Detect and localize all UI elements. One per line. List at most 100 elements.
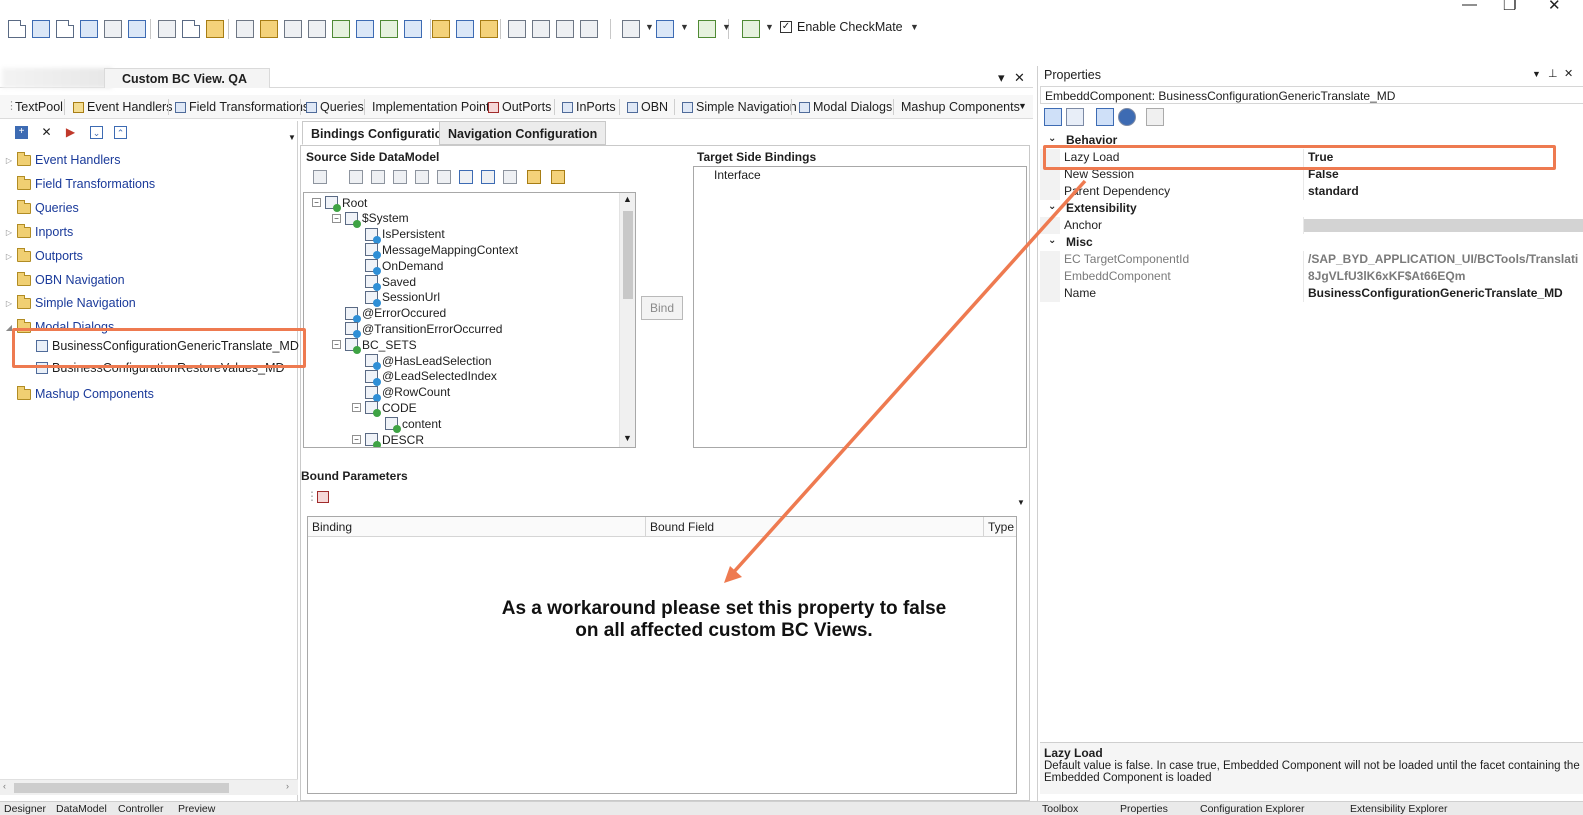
tree-item[interactable]: ▷ Event Handlers [0,151,120,169]
sort-icon[interactable] [503,170,517,184]
help-icon[interactable] [656,20,674,38]
copy-icon[interactable] [80,20,98,38]
tab-obn[interactable]: OBN [627,98,668,116]
tools-icon[interactable] [308,20,326,38]
move-icon[interactable] [371,170,385,184]
column-type[interactable]: Type [984,517,1016,537]
source-datamodel-tree[interactable]: − Root − $System IsPersistent MessageMappingC… [303,192,636,448]
datamodel-node[interactable]: − Root [312,195,367,212]
edit-icon[interactable] [104,20,122,38]
minimize-icon[interactable]: — [1462,0,1477,13]
add-icon[interactable]: + [15,126,28,139]
preview-icon[interactable] [622,20,640,38]
tab-navigation-configuration[interactable]: Navigation Configuration [439,121,607,145]
category-collapse-icon[interactable]: ⌄ [1048,235,1056,246]
property-row[interactable]: Name BusinessConfigurationGenericTranslat… [1040,285,1583,302]
refresh-icon[interactable] [456,20,474,38]
run-icon[interactable] [742,20,760,38]
close-window-icon[interactable]: ✕ [1548,0,1561,14]
horizontal-scrollbar[interactable]: ‹ › [0,779,298,795]
tab-datamodel[interactable]: DataModel [56,803,107,815]
property-category[interactable]: ⌄ Misc [1040,234,1583,251]
bind-button[interactable]: Bind [641,296,683,320]
datamodel-node[interactable]: − CODE [352,400,417,418]
copy-icon[interactable] [182,20,200,38]
delete-binding-icon[interactable] [317,491,329,503]
xml-icon[interactable] [698,20,716,38]
tab-overflow-icon[interactable]: ▼ [1018,101,1027,111]
datamodel-node[interactable]: MessageMappingContext [352,242,518,260]
category-collapse-icon[interactable]: ⌄ [1048,133,1056,144]
property-object-selector[interactable]: EmbeddComponent: BusinessConfigurationGe… [1040,86,1583,104]
collapse-all-icon[interactable]: ⌃ [114,126,127,139]
dropdown-arrow-icon[interactable]: ▼ [645,22,654,32]
column-bound-field[interactable]: Bound Field [646,517,984,537]
tab-field-transformations[interactable]: Field Transformations [175,98,309,116]
save-all-icon[interactable] [56,20,74,38]
tab-queries[interactable]: Queries [306,98,364,116]
vertical-scrollbar[interactable]: ▲ ▼ [619,193,635,447]
enable-checkmate-toggle[interactable]: ✓ Enable CheckMate [780,20,903,34]
delete-icon[interactable]: ✕ [40,126,53,139]
scroll-down-icon[interactable]: ▼ [623,433,632,443]
tab-configuration-explorer[interactable]: Configuration Explorer [1200,803,1304,815]
tree-item[interactable]: Mashup Components [0,385,154,403]
tree-icon[interactable] [508,20,526,38]
tab-implementation-points[interactable]: Implementation Points [372,98,496,116]
find-replace-icon[interactable] [260,20,278,38]
save-icon[interactable] [32,20,50,38]
toolbar-overflow-icon[interactable]: ▼ [910,22,919,32]
datamodel-node[interactable]: content [372,416,441,434]
close-panel-icon[interactable]: ✕ [1564,67,1573,80]
property-category[interactable]: ⌄ Extensibility [1040,200,1583,217]
brush-icon[interactable] [480,20,498,38]
datamodel-node[interactable]: − $System [332,211,409,228]
tab-preview[interactable]: Preview [178,803,215,815]
dropdown-arrow-icon[interactable]: ▼ [680,22,689,32]
query-icon[interactable] [527,170,541,184]
tab-extensibility-explorer[interactable]: Extensibility Explorer [1350,803,1447,815]
new-item-icon[interactable] [551,170,565,184]
tab-textpool[interactable]: TextPool [15,98,63,116]
datamodel-node[interactable]: OnDemand [352,258,443,276]
cut-icon[interactable] [158,20,176,38]
property-value[interactable] [1304,219,1583,232]
panel-menu-icon[interactable]: ▼ [288,133,296,142]
delete-node-icon[interactable] [349,170,363,184]
collapse-toggle-icon[interactable]: − [352,435,361,444]
categorized-icon[interactable] [1044,108,1062,126]
datamodel-node[interactable]: − DESCR [352,432,424,447]
remove-node-icon[interactable] [556,20,574,38]
tree-item[interactable]: ▷ Outports [0,247,83,265]
tab-designer[interactable]: Designer [4,803,46,815]
category-collapse-icon[interactable]: ⌄ [1048,201,1056,212]
datamodel-node[interactable]: SessionUrl [352,290,440,307]
datamodel-node[interactable]: @HasLeadSelection [352,353,492,370]
hierarchy-icon[interactable] [532,20,550,38]
restore-icon[interactable]: ❐ [1503,0,1516,14]
close-document-icon[interactable]: ✕ [1014,70,1025,86]
new-icon[interactable] [8,20,26,38]
tab-mashup-components[interactable]: Mashup Components [901,98,1020,116]
tab-modal-dialogs[interactable]: Modal Dialogs [799,98,892,116]
expand-toggle-icon[interactable]: ▷ [3,252,15,261]
scroll-left-icon[interactable]: ‹ [3,781,6,791]
collapse-toggle-icon[interactable]: − [352,403,361,413]
datamodel-node[interactable]: Saved [352,274,416,291]
scroll-right-icon[interactable]: › [286,781,289,791]
scroll-thumb[interactable] [14,783,229,793]
collapse-toggle-icon[interactable]: − [332,340,341,350]
page-icon[interactable] [128,20,146,38]
tree-item[interactable]: ▷ Simple Navigation [0,294,136,312]
collapse-toggle-icon[interactable]: − [332,213,341,223]
globe-icon[interactable] [380,20,398,38]
tab-controller[interactable]: Controller [118,803,164,815]
scroll-thumb[interactable] [623,211,633,299]
link-icon[interactable] [415,170,429,184]
expand-all-icon[interactable] [459,170,473,184]
property-pages-icon[interactable] [1146,108,1164,126]
scroll-up-icon[interactable]: ▲ [623,194,632,204]
export-icon[interactable] [432,20,450,38]
target-bindings-tree[interactable]: Interface [693,166,1027,448]
tab-simple-navigation[interactable]: Simple Navigation [682,98,797,116]
